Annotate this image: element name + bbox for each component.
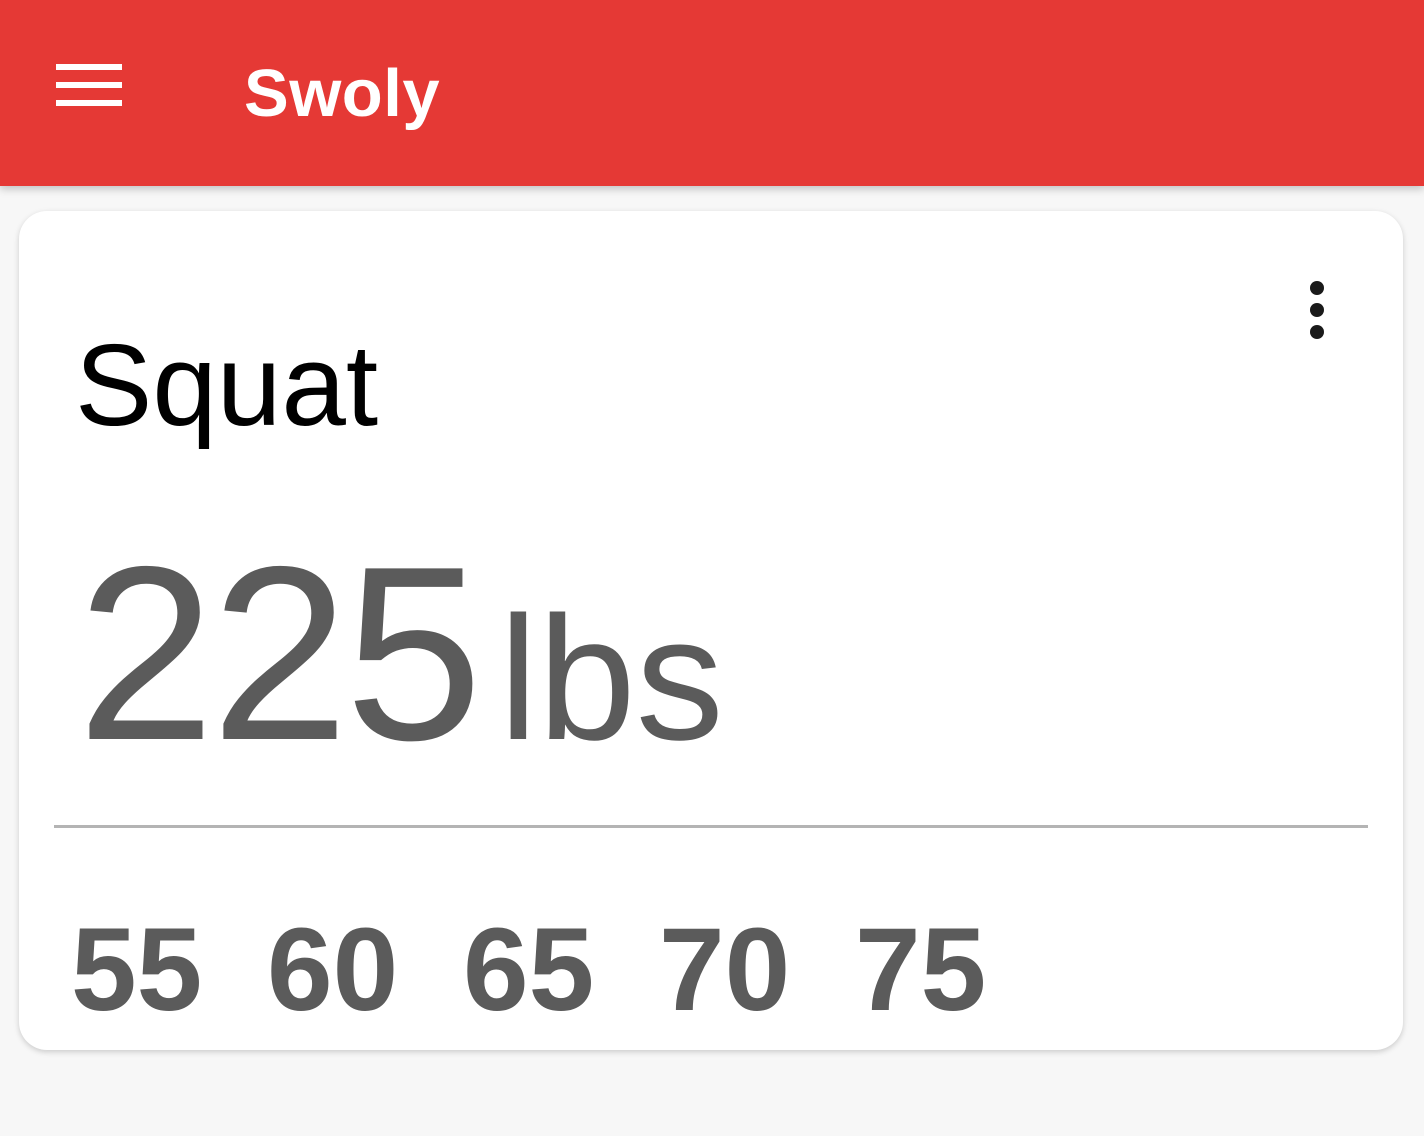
weight-options-list: 55 60 65 70 75 (71, 911, 1051, 1029)
weight-option-70[interactable]: 70 (659, 911, 855, 1029)
menu-line (56, 64, 122, 70)
weight-option-65[interactable]: 65 (463, 911, 659, 1029)
weight-option-55[interactable]: 55 (71, 911, 267, 1029)
menu-line (56, 82, 122, 88)
more-vert-icon[interactable] (1299, 275, 1335, 345)
menu-line (56, 100, 122, 106)
weight-value: 225 (77, 514, 483, 792)
overflow-dot (1310, 303, 1324, 317)
weight-display: 225 lbs (77, 529, 724, 777)
app-bar: Swoly (0, 0, 1424, 186)
overflow-dot (1310, 281, 1324, 295)
hamburger-menu-icon[interactable] (48, 56, 128, 118)
card-divider (54, 825, 1368, 828)
app-title: Swoly (244, 56, 441, 131)
weight-option-75[interactable]: 75 (855, 911, 1051, 1029)
weight-option-60[interactable]: 60 (267, 911, 463, 1029)
weight-unit: lbs (498, 581, 724, 777)
exercise-card[interactable]: Squat 225 lbs 55 60 65 70 75 (19, 211, 1403, 1050)
exercise-name: Squat (75, 320, 379, 450)
overflow-dot (1310, 325, 1324, 339)
